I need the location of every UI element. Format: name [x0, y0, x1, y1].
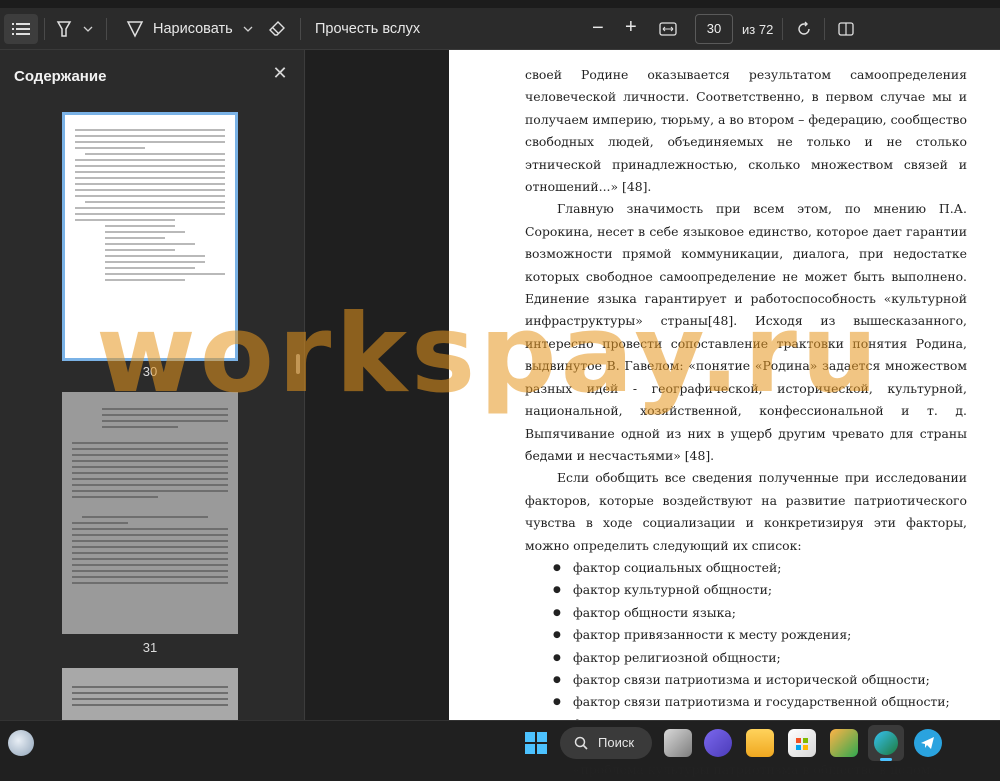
active-indicator: [880, 758, 892, 761]
fit-page-button[interactable]: [656, 14, 680, 44]
thumbnail-page-number: 31: [142, 640, 158, 655]
list-item: фактор общности языка;: [553, 602, 967, 625]
page-thumbnail-30[interactable]: [62, 112, 238, 361]
list-item: фактор религиозной общности;: [553, 647, 967, 670]
table-of-contents-button[interactable]: [4, 13, 38, 44]
list-item: фактор связи патриотизма и исторической …: [553, 669, 967, 692]
zoom-in-button[interactable]: +: [625, 16, 637, 39]
search-icon: [574, 736, 588, 750]
page-thumbnail-32[interactable]: [62, 668, 238, 720]
chevron-down-icon: [243, 26, 253, 32]
list-icon: [12, 22, 30, 35]
telegram-icon[interactable]: [914, 729, 942, 757]
list-item: фактор привязанности к месту рождения;: [553, 624, 967, 647]
page-thumbnail-31[interactable]: [62, 392, 238, 634]
document-page: своей Родине оказывается результатом сам…: [449, 50, 1000, 777]
page-number-input[interactable]: 30: [695, 14, 733, 44]
thumbnail-page-number: 30: [142, 364, 158, 379]
highlight-options-dropdown[interactable]: [80, 14, 96, 44]
toolbar-separator: [106, 18, 107, 40]
toolbar-separator: [44, 18, 45, 40]
windows-logo-icon: [525, 732, 547, 754]
eraser-icon: [269, 20, 285, 36]
paragraph: Если обобщить все сведения полученные пр…: [525, 470, 967, 553]
list-item: фактор связи патриотизма и государственн…: [553, 691, 967, 714]
paragraph: своей Родине оказывается результатом сам…: [525, 67, 967, 195]
page-total-label: из 72: [742, 22, 774, 37]
close-icon[interactable]: ✕: [270, 64, 290, 84]
taskbar: Поиск: [0, 720, 1000, 764]
pen-icon: [126, 20, 144, 38]
window-top-edge: [0, 0, 1000, 8]
file-explorer-icon[interactable]: [746, 729, 774, 757]
sidebar-title: Содержание: [14, 68, 107, 85]
highlight-button[interactable]: [52, 14, 76, 44]
store-icon[interactable]: [788, 729, 816, 757]
document-viewer[interactable]: своей Родине оказывается результатом сам…: [306, 50, 1000, 777]
start-button[interactable]: [522, 729, 550, 757]
fit-width-icon: [659, 21, 677, 36]
draw-button-label[interactable]: Нарисовать: [153, 21, 233, 37]
draw-tool-icon-button[interactable]: [124, 14, 146, 44]
pdf-toolbar: Нарисовать Прочесть вслух − + 30 из 72: [0, 8, 1000, 50]
page-view-icon: [838, 21, 854, 36]
contents-sidebar: Содержание ✕ 30 31: [0, 50, 305, 720]
chevron-down-icon: [83, 26, 93, 32]
highlighter-icon: [56, 20, 72, 37]
eraser-button[interactable]: [266, 14, 290, 44]
toolbar-separator: [300, 18, 301, 40]
paragraph: Главную значимость при всем этом, по мне…: [525, 201, 967, 463]
task-view-icon[interactable]: [664, 729, 692, 757]
edge-icon: [874, 731, 898, 755]
list-item: фактор социальных общностей;: [553, 557, 967, 580]
zoom-out-button[interactable]: −: [592, 17, 604, 40]
draw-options-dropdown[interactable]: [240, 14, 256, 44]
rotate-icon: [798, 21, 810, 35]
toolbar-separator: [782, 18, 783, 40]
toolbar-separator: [824, 18, 825, 40]
taskbar-search[interactable]: Поиск: [560, 727, 652, 759]
chat-app-icon[interactable]: [704, 729, 732, 757]
search-label: Поиск: [598, 735, 635, 750]
page-view-button[interactable]: [834, 14, 858, 44]
read-aloud-button[interactable]: Прочесть вслух: [315, 21, 420, 37]
list-item: фактор культурной общности;: [553, 579, 967, 602]
photos-app-icon[interactable]: [830, 729, 858, 757]
sidebar-scroll-handle[interactable]: [296, 354, 300, 374]
edge-taskbar-item[interactable]: [868, 725, 904, 761]
weather-icon[interactable]: [8, 730, 34, 756]
rotate-button[interactable]: [792, 14, 816, 44]
